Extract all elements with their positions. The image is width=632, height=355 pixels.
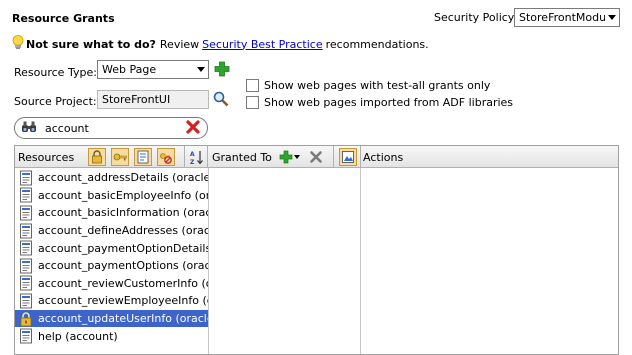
- source-project-label: Source Project:: [14, 95, 97, 108]
- hint-question: Not sure what to do?: [26, 37, 156, 51]
- add-grantee-button[interactable]: [277, 148, 301, 166]
- page-icon: [18, 170, 34, 186]
- list-item[interactable]: account_paymentOptions (oracle.fo: [15, 257, 208, 275]
- security-policy-label: Security Policy:: [434, 11, 518, 24]
- list-item[interactable]: help (account): [15, 327, 208, 345]
- column-granted-to: Granted To: [212, 151, 272, 164]
- list-item-label: account_basicInformation (oracle.fo: [38, 206, 208, 220]
- resource-grants-table: Resources A Z Granted To Actions account…: [14, 145, 619, 355]
- column-divider: [360, 168, 361, 354]
- page-icon: [18, 275, 34, 291]
- svg-text:Z: Z: [190, 159, 195, 165]
- plus-icon: [214, 61, 230, 77]
- checkbox-box[interactable]: [246, 79, 259, 92]
- list-item-label: account_reviewEmployeeInfo (oracl: [38, 294, 208, 308]
- binoculars-icon: [21, 120, 37, 137]
- image-icon: [342, 151, 354, 163]
- actions-view-button[interactable]: [339, 148, 357, 166]
- list-item-label: account_basicEmployeeInfo (oracle: [38, 188, 208, 202]
- magnifier-icon: [213, 91, 229, 107]
- page-filter-button[interactable]: [134, 148, 152, 166]
- lock-page-icon: [18, 311, 34, 327]
- test-all-grants-checkbox[interactable]: Show web pages with test-all grants only: [246, 79, 490, 92]
- column-resources: Resources: [18, 151, 75, 164]
- column-separator: [333, 146, 334, 167]
- security-policy-select[interactable]: StoreFrontModule: [514, 8, 620, 27]
- list-item-label: account_updateUserInfo (oracle.fod: [38, 312, 208, 326]
- key-icon: [113, 153, 127, 161]
- page-icon: [18, 240, 34, 256]
- list-item[interactable]: account_basicInformation (oracle.fo: [15, 204, 208, 222]
- source-project-field[interactable]: StoreFrontUI: [97, 90, 209, 109]
- panel-title: Resource Grants: [12, 12, 115, 25]
- delete-icon: [310, 151, 322, 163]
- sort-button[interactable]: A Z: [188, 148, 206, 166]
- hint-suffix: recommendations.: [325, 37, 429, 51]
- column-separator: [207, 146, 208, 167]
- list-item[interactable]: account_paymentOptionDetails (ora: [15, 239, 208, 257]
- plus-icon: [279, 150, 292, 164]
- page-icon: [18, 187, 34, 203]
- list-item[interactable]: account_addressDetails (oracle.fodemo: [15, 169, 208, 187]
- security-best-practice-link[interactable]: Security Best Practice: [202, 38, 322, 51]
- chevron-down-icon: [293, 155, 300, 159]
- browse-project-button[interactable]: [212, 90, 230, 108]
- table-header: Resources A Z Granted To Actions: [15, 146, 618, 168]
- page-icon: [18, 205, 34, 221]
- page-icon: [18, 223, 34, 239]
- list-item-label: account_addressDetails (oracle.fodemo: [38, 171, 208, 185]
- lightbulb-icon: [12, 35, 24, 53]
- list-item[interactable]: account_defineAddresses (oracle.fo: [15, 222, 208, 240]
- list-item-label: help (account): [38, 329, 118, 343]
- column-separator: [360, 146, 361, 167]
- clear-search-icon[interactable]: [185, 119, 201, 138]
- resource-type-value: Web Page: [102, 63, 157, 76]
- list-item[interactable]: account_reviewCustomerInfo (oracl: [15, 275, 208, 293]
- list-item-label: account_paymentOptionDetails (ora: [38, 241, 208, 255]
- page-icon: [18, 293, 34, 309]
- resource-type-select[interactable]: Web Page: [97, 60, 209, 79]
- list-item[interactable]: account_basicEmployeeInfo (oracle: [15, 187, 208, 205]
- key-filter-button[interactable]: [111, 148, 129, 166]
- list-item-label: account_paymentOptions (oracle.fo: [38, 259, 208, 273]
- add-resource-type-button[interactable]: [213, 60, 231, 78]
- remove-grantee-button[interactable]: [307, 148, 325, 166]
- resource-list: account_addressDetails (oracle.fodemo acc…: [15, 169, 208, 345]
- lock-filter-button[interactable]: [88, 148, 106, 166]
- list-item-label: account_reviewCustomerInfo (oracl: [38, 276, 208, 290]
- column-divider: [208, 168, 209, 354]
- imported-adf-checkbox[interactable]: Show web pages imported from ADF librari…: [246, 96, 513, 109]
- list-item[interactable]: account_updateUserInfo (oracle.fod: [15, 309, 208, 328]
- hint-row: Not sure what to do? Review Security Bes…: [12, 35, 429, 53]
- chevron-down-icon: [605, 9, 619, 26]
- resource-search-field[interactable]: account: [14, 117, 208, 139]
- no-grant-filter-button[interactable]: [157, 148, 175, 166]
- no-key-icon: [160, 153, 172, 164]
- column-separator: [184, 146, 185, 167]
- sort-az-icon: A Z: [190, 151, 203, 165]
- checkbox-label: Show web pages imported from ADF librari…: [264, 96, 514, 109]
- chevron-down-icon: [194, 61, 208, 78]
- security-policy-value: StoreFrontModule: [519, 11, 605, 24]
- source-project-value: StoreFrontUI: [102, 93, 171, 106]
- page-icon: [18, 328, 34, 344]
- hint-text: Review: [159, 37, 200, 51]
- column-actions: Actions: [363, 151, 404, 164]
- page-icon: [137, 150, 149, 164]
- list-item-label: account_defineAddresses (oracle.fo: [38, 224, 208, 238]
- checkbox-label: Show web pages with test-all grants only: [264, 79, 491, 92]
- page-icon: [18, 258, 34, 274]
- list-item[interactable]: account_reviewEmployeeInfo (oracl: [15, 292, 208, 310]
- checkbox-box[interactable]: [246, 96, 259, 109]
- search-input[interactable]: account: [45, 122, 185, 135]
- lock-icon: [92, 150, 102, 164]
- resource-type-label: Resource Type:: [14, 66, 97, 79]
- svg-text:A: A: [190, 151, 195, 158]
